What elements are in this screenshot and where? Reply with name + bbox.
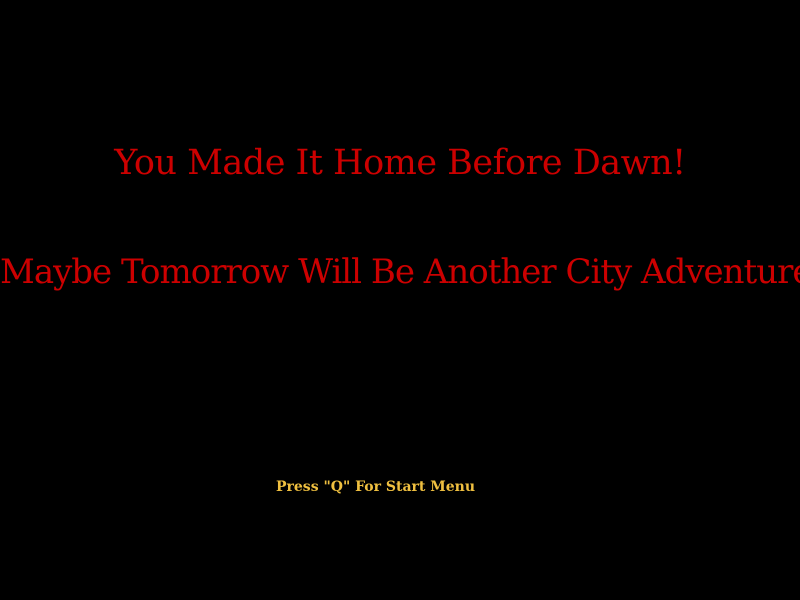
start-menu-prompt: Press "Q" For Start Menu (276, 479, 475, 495)
ending-screen: You Made It Home Before Dawn! Maybe Tomo… (0, 0, 800, 600)
ending-title: You Made It Home Before Dawn! (114, 143, 686, 183)
ending-subtitle: Maybe Tomorrow Will Be Another City Adve… (0, 252, 800, 292)
